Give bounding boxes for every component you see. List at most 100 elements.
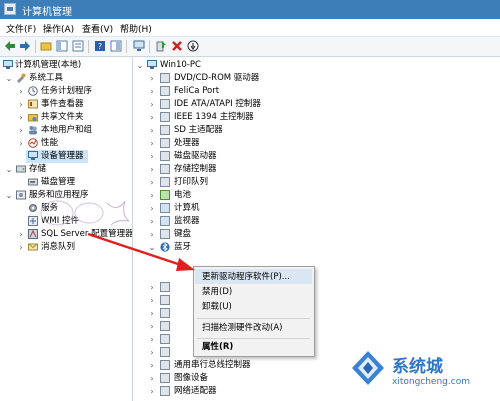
- tree-node-device-manager[interactable]: 设备管理器: [26, 150, 88, 163]
- show-pane-icon[interactable]: [110, 40, 122, 52]
- tree-node-computer-management[interactable]: 计算机管理(本地): [0, 59, 131, 72]
- menu-view[interactable]: 查看(V): [82, 22, 113, 35]
- chevron-right-icon[interactable]: ›: [148, 333, 156, 346]
- device-category-bluetooth[interactable]: ⌄ 蓝牙: [133, 241, 499, 254]
- device-icon: [160, 347, 170, 357]
- chevron-down-icon[interactable]: ⌄: [5, 72, 13, 85]
- device-category[interactable]: › 监视器: [133, 215, 499, 228]
- chevron-right-icon[interactable]: ›: [148, 189, 156, 202]
- device-category[interactable]: › 电池: [133, 189, 499, 202]
- device-category[interactable]: › SD 主适配器: [133, 124, 499, 137]
- storage-icon: [16, 165, 26, 173]
- menu-action[interactable]: 操作(A): [43, 22, 74, 35]
- chevron-down-icon[interactable]: ⌄: [5, 163, 13, 176]
- device-root-win10-pc[interactable]: ⌄ Win10-PC: [133, 59, 499, 72]
- device-category-label: FeliCa Port: [174, 86, 220, 96]
- chevron-right-icon[interactable]: ›: [148, 215, 156, 228]
- device-category[interactable]: ›: [133, 333, 193, 346]
- chevron-right-icon[interactable]: ›: [148, 294, 156, 307]
- menu-scan-hardware[interactable]: 扫描检测硬件改动(A): [202, 321, 282, 335]
- device-category[interactable]: › 存储控制器: [133, 163, 499, 176]
- chevron-right-icon[interactable]: ›: [17, 98, 25, 111]
- device-category-label: DVD/CD-ROM 驱动器: [174, 73, 260, 83]
- uninstall-icon[interactable]: [171, 40, 183, 52]
- update-driver-icon[interactable]: [155, 40, 167, 52]
- menu-disable[interactable]: 禁用(D): [202, 285, 232, 299]
- chevron-right-icon[interactable]: ›: [148, 150, 156, 163]
- monitor-icon[interactable]: [133, 40, 145, 52]
- chevron-right-icon[interactable]: ›: [148, 359, 156, 372]
- device-category[interactable]: › 打印队列: [133, 176, 499, 189]
- chevron-right-icon[interactable]: ›: [148, 72, 156, 85]
- chevron-right-icon[interactable]: ›: [148, 176, 156, 189]
- forward-icon[interactable]: [19, 40, 31, 52]
- chevron-down-icon[interactable]: ⌄: [136, 59, 144, 72]
- chevron-right-icon[interactable]: ›: [148, 163, 156, 176]
- chevron-right-icon[interactable]: ›: [17, 241, 25, 254]
- tree-label: 共享文件夹: [41, 112, 84, 122]
- chevron-right-icon[interactable]: ›: [17, 124, 25, 137]
- menu-file[interactable]: 文件(F): [6, 22, 36, 35]
- device-category[interactable]: › FeliCa Port: [133, 85, 499, 98]
- tree-node-task-scheduler[interactable]: › 任务计划程序: [0, 85, 131, 98]
- chevron-right-icon[interactable]: ›: [17, 137, 25, 150]
- chevron-right-icon[interactable]: ›: [148, 307, 156, 320]
- tree-node-message-queue[interactable]: › 消息队列: [0, 241, 131, 254]
- chevron-right-icon[interactable]: ›: [148, 98, 156, 111]
- chevron-down-icon[interactable]: ⌄: [148, 241, 156, 254]
- menu-update-driver[interactable]: 更新驱动程序软件(P)...: [202, 270, 290, 284]
- device-category[interactable]: › DVD/CD-ROM 驱动器: [133, 72, 499, 85]
- tree-label: 计算机管理(本地): [15, 60, 82, 70]
- tree-node-event-viewer[interactable]: › 事件查看器: [0, 98, 131, 111]
- chevron-right-icon[interactable]: ›: [148, 372, 156, 385]
- chevron-right-icon[interactable]: ›: [148, 111, 156, 124]
- chevron-right-icon[interactable]: ›: [148, 320, 156, 333]
- device-icon: [160, 282, 170, 292]
- chevron-right-icon[interactable]: ›: [148, 281, 156, 294]
- device-category[interactable]: ›: [133, 320, 193, 333]
- tree-node-system-tools[interactable]: ⌄ 系统工具: [0, 72, 131, 85]
- show-hide-tree-icon[interactable]: [56, 40, 68, 52]
- properties-icon[interactable]: [72, 40, 84, 52]
- tree-node-performance[interactable]: › 性能: [0, 137, 131, 150]
- tree-node-shared-folders[interactable]: › 共享文件夹: [0, 111, 131, 124]
- toolbar-separator: [35, 40, 36, 53]
- chevron-right-icon[interactable]: ›: [148, 202, 156, 215]
- device-category[interactable]: › IEEE 1394 主控制器: [133, 111, 499, 124]
- decorative-watermark: [40, 200, 130, 226]
- help-icon[interactable]: ?: [94, 40, 106, 52]
- device-category[interactable]: › 通用串行总线控制器: [133, 359, 499, 372]
- chevron-right-icon[interactable]: ›: [148, 228, 156, 241]
- device-category[interactable]: ›: [133, 294, 193, 307]
- chevron-down-icon[interactable]: ⌄: [5, 189, 13, 202]
- device-category-label: 图像设备: [174, 373, 209, 383]
- device-category[interactable]: ›: [133, 281, 193, 294]
- device-category[interactable]: › 计算机: [133, 202, 499, 215]
- device-category[interactable]: › 磁盘驱动器: [133, 150, 499, 163]
- device-category[interactable]: › 键盘: [133, 228, 499, 241]
- tree-node-sql-server-config[interactable]: › SQL Server 配置管理器: [0, 228, 132, 241]
- tree-node-storage[interactable]: ⌄ 存储: [0, 163, 131, 176]
- chevron-right-icon[interactable]: ›: [148, 124, 156, 137]
- menu-help[interactable]: 帮助(H): [120, 22, 152, 35]
- device-category[interactable]: ›: [133, 307, 193, 320]
- chevron-right-icon[interactable]: ›: [17, 85, 25, 98]
- device-tree: ⌄ Win10-PC › DVD/CD-ROM 驱动器 › FeliCa Por…: [133, 57, 500, 401]
- tree-node-disk-management[interactable]: 磁盘管理: [0, 176, 131, 189]
- chevron-right-icon[interactable]: ›: [148, 385, 156, 398]
- chevron-right-icon[interactable]: ›: [17, 228, 25, 241]
- disk-icon: [28, 178, 38, 186]
- chevron-right-icon[interactable]: ›: [148, 137, 156, 150]
- folder-icon[interactable]: [40, 40, 52, 52]
- chevron-right-icon[interactable]: ›: [17, 111, 25, 124]
- back-icon[interactable]: [4, 40, 16, 52]
- device-category[interactable]: › 处理器: [133, 137, 499, 150]
- menu-uninstall[interactable]: 卸载(U): [202, 300, 232, 314]
- chevron-right-icon[interactable]: ›: [148, 85, 156, 98]
- menu-properties[interactable]: 属性(R): [202, 340, 233, 354]
- device-category[interactable]: › IDE ATA/ATAPI 控制器: [133, 98, 499, 111]
- chevron-right-icon[interactable]: ›: [148, 346, 156, 359]
- tree-node-local-users-groups[interactable]: › 本地用户和组: [0, 124, 131, 137]
- device-category[interactable]: ›: [133, 346, 193, 359]
- enable-device-icon[interactable]: [187, 40, 199, 52]
